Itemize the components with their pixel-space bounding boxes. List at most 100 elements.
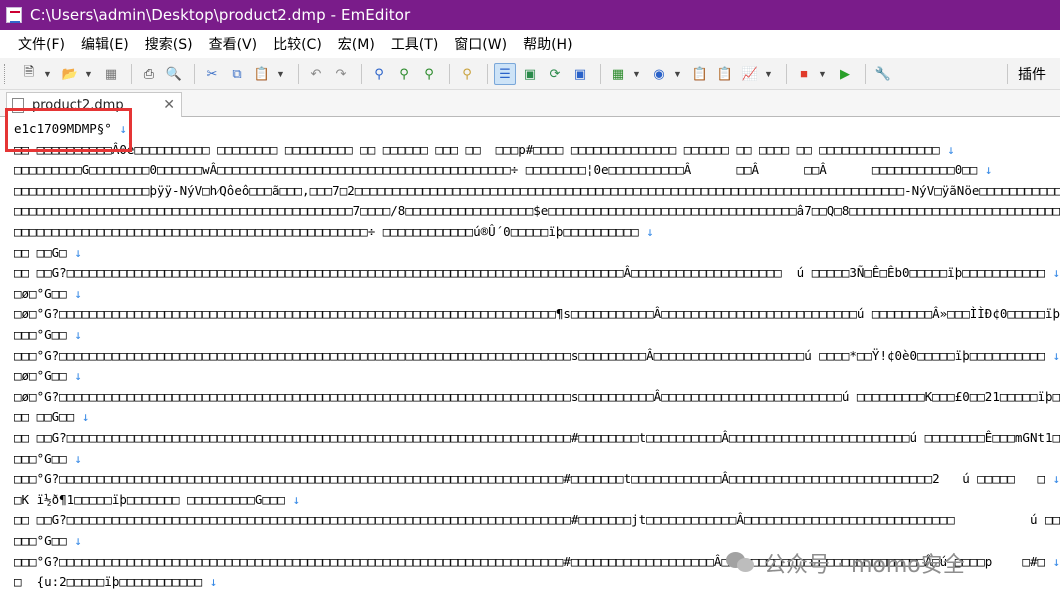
newline-mark-icon: ↓ <box>66 450 82 466</box>
find-next-icon[interactable]: ⚲ <box>393 63 415 85</box>
table-icon[interactable]: ▦ <box>607 63 629 85</box>
window-title: C:\Users\admin\Desktop\product2.dmp - Em… <box>30 6 411 24</box>
toolbar-divider <box>1007 64 1008 84</box>
toolbar-divider <box>194 63 195 84</box>
editor-line-text: □ø□°G□□ <box>14 368 67 384</box>
paste-icon[interactable]: 📋 <box>251 63 273 85</box>
document-icon <box>12 97 24 113</box>
editor-line-text: □K ï½ð¶1□□□□□ïþ□□□□□□□ □□□□□□□□□G□□□ <box>14 491 285 507</box>
editor-line-text: □ø□°G?□□□□□□□□□□□□□□□□□□□□□□□□□□□□□□□□□□… <box>14 306 1060 322</box>
editor-line[interactable]: □□ □□G?□□□□□□□□□□□□□□□□□□□□□□□□□□□□□□□□□… <box>14 510 1060 530</box>
menu-help[interactable]: 帮助(H) <box>523 34 572 54</box>
editor-line-text: □□ □□G?□□□□□□□□□□□□□□□□□□□□□□□□□□□□□□□□□… <box>14 430 1060 445</box>
newline-mark-icon: ↓ <box>66 368 82 384</box>
toolbar-divider <box>298 63 299 84</box>
globe-dropdown-icon[interactable]: ▼ <box>673 69 683 79</box>
menu-window[interactable]: 窗口(W) <box>454 34 507 54</box>
chart-icon[interactable]: 📈 <box>739 63 761 85</box>
menu-search[interactable]: 搜索(S) <box>145 34 193 54</box>
editor-line-text: □□□□□□□□□□□□□□□□□□þÿÿ-NýV□h⁄Qôeô□□□ã□□□,… <box>14 182 1060 198</box>
editor-line-text: e1c1709MDMP§° <box>14 121 112 136</box>
menu-view[interactable]: 查看(V) <box>209 34 258 54</box>
print-icon[interactable]: ⎙ <box>138 63 160 85</box>
toolbar-grip[interactable] <box>4 64 7 84</box>
editor-line-text: □□ □□□□□□□□□□Â0è□□□□□□□□□□ □□□□□□□□ □□□□… <box>14 141 940 157</box>
save-icon[interactable]: ▦ <box>100 63 122 85</box>
editor-line-text: □□□□□□□□□□□□□□□□□□□□□□□□□□□□□□□□□□□□□□□□… <box>14 203 1060 219</box>
toolbar-divider <box>865 63 866 84</box>
editor-line-text: □□□□□□□□□□□□□□□□□□□□□□□□□□□□□□□□□□□□□□□□… <box>14 224 639 239</box>
cut-icon[interactable]: ✂ <box>201 63 223 85</box>
editor-line-text: □□ □□G?□□□□□□□□□□□□□□□□□□□□□□□□□□□□□□□□□… <box>14 265 1046 281</box>
editor-line[interactable]: □ø□°G□□ ↓ <box>14 284 82 304</box>
close-tab-icon[interactable]: ✕ <box>163 96 175 113</box>
menu-file[interactable]: 文件(F) <box>18 34 65 54</box>
editor-line[interactable]: □□ □□G□ ↓ <box>14 243 82 263</box>
undo-icon[interactable]: ↶ <box>305 63 327 85</box>
editor-line[interactable]: □□□°G?□□□□□□□□□□□□□□□□□□□□□□□□□□□□□□□□□□… <box>14 346 1060 366</box>
editor-line[interactable]: □ø□°G□□ ↓ <box>14 366 82 386</box>
editor-line[interactable]: □□□°G?□□□□□□□□□□□□□□□□□□□□□□□□□□□□□□□□□□… <box>14 469 1060 489</box>
newline-mark-icon: ↓ <box>977 162 993 178</box>
editor-line[interactable]: □□ □□G?□□□□□□□□□□□□□□□□□□□□□□□□□□□□□□□□□… <box>14 428 1060 448</box>
toolbar-divider <box>361 63 362 84</box>
paste-dropdown-icon[interactable]: ▼ <box>276 69 286 79</box>
newline-mark-icon: ↓ <box>1045 471 1060 487</box>
view-mode-2-icon[interactable]: ▣ <box>519 63 541 85</box>
clip2-icon[interactable]: 📋 <box>714 63 736 85</box>
open-folder-icon[interactable]: 📂 <box>59 63 81 85</box>
play-macro-icon[interactable]: ▶ <box>834 63 856 85</box>
editor-line[interactable]: □ø□°G?□□□□□□□□□□□□□□□□□□□□□□□□□□□□□□□□□□… <box>14 387 1060 407</box>
menu-tools[interactable]: 工具(T) <box>391 34 438 54</box>
editor-line[interactable]: □□ □□□□□□□□□□Â0è□□□□□□□□□□ □□□□□□□□ □□□□… <box>14 140 955 160</box>
editor-line-text: □ {u:2□□□□□ïþ□□□□□□□□□□□ <box>14 574 203 590</box>
editor-line[interactable]: □□□°G□□ ↓ <box>14 325 82 345</box>
search-files-icon[interactable]: ⚲ <box>456 63 478 85</box>
new-file-dropdown-icon[interactable]: ▼ <box>43 69 53 79</box>
newline-mark-icon: ↓ <box>202 574 218 590</box>
editor-line[interactable]: □□□□□□□□□□□□□□□□□□þÿÿ-NýV□h⁄Qôeô□□□ã□□□,… <box>14 181 1060 201</box>
find-prev-icon[interactable]: ⚲ <box>418 63 440 85</box>
tab-product2-dmp[interactable]: product2.dmp ✕ <box>6 92 182 117</box>
editor-line[interactable]: □ø□°G?□□□□□□□□□□□□□□□□□□□□□□□□□□□□□□□□□□… <box>14 304 1060 324</box>
editor-line-text: □ø□°G□□ <box>14 285 67 301</box>
newline-mark-icon: ↓ <box>74 409 90 425</box>
print-preview-icon[interactable]: 🔍 <box>163 63 185 85</box>
stop-macro-dropdown-icon[interactable]: ▼ <box>818 69 828 79</box>
editor-line[interactable]: □□□□□□□□□□□□□□□□□□□□□□□□□□□□□□□□□□□□□□□□… <box>14 201 1060 221</box>
text-editor-area[interactable]: e1c1709MDMP§° ↓ □□ □□□□□□□□□□Â0è□□□□□□□□□… <box>0 117 1060 604</box>
toolbar-divider <box>786 63 787 84</box>
editor-line[interactable]: e1c1709MDMP§° ↓ <box>14 119 127 139</box>
editor-line[interactable]: □K ï½ð¶1□□□□□ïþ□□□□□□□ □□□□□□□□□G□□□ ↓ <box>14 490 300 510</box>
redo-icon[interactable]: ↷ <box>330 63 352 85</box>
editor-line[interactable]: □□□□□□□□□G□□□□□□□□0□□□□□□wÂ□□□□□□□□□□□□□… <box>14 160 992 180</box>
copy-icon[interactable]: ⧉ <box>226 63 248 85</box>
open-dropdown-icon[interactable]: ▼ <box>84 69 94 79</box>
toolbar-divider <box>449 63 450 84</box>
editor-line[interactable]: □□□□□□□□□□□□□□□□□□□□□□□□□□□□□□□□□□□□□□□□… <box>14 222 654 242</box>
emeditor-app-icon[interactable] <box>6 7 22 23</box>
stop-macro-icon[interactable]: ■ <box>793 63 815 85</box>
globe-icon[interactable]: ◉ <box>648 63 670 85</box>
plugins-toolbar-label[interactable]: 插件 <box>1018 64 1046 84</box>
view-mode-icon[interactable]: ☰ <box>494 62 516 85</box>
menu-compare[interactable]: 比较(C) <box>273 34 322 54</box>
clip-icon[interactable]: 📋 <box>689 63 711 85</box>
editor-line[interactable]: □□ □□G□□ ↓ <box>14 407 89 427</box>
wechat-icon <box>726 552 756 574</box>
view-mode-3-icon[interactable]: ▣ <box>569 63 591 85</box>
table-dropdown-icon[interactable]: ▼ <box>632 69 642 79</box>
refresh-icon[interactable]: ⟳ <box>544 63 566 85</box>
editor-line[interactable]: □□□°G□□ ↓ <box>14 531 82 551</box>
chart-dropdown-icon[interactable]: ▼ <box>764 69 774 79</box>
editor-line-text: □□ □□G□□ <box>14 409 75 425</box>
menu-edit[interactable]: 编辑(E) <box>81 34 129 54</box>
menu-bar: 文件(F) 编辑(E) 搜索(S) 查看(V) 比较(C) 宏(M) 工具(T)… <box>0 30 1060 58</box>
menu-macro[interactable]: 宏(M) <box>338 34 375 54</box>
find-icon[interactable]: ⚲ <box>368 63 390 85</box>
editor-line[interactable]: □ {u:2□□□□□ïþ□□□□□□□□□□□ ↓ <box>14 572 217 592</box>
editor-line[interactable]: □□ □□G?□□□□□□□□□□□□□□□□□□□□□□□□□□□□□□□□□… <box>14 263 1060 283</box>
new-file-icon[interactable]: 🗎 <box>18 63 40 85</box>
tool-icon[interactable]: 🔧 <box>872 63 894 85</box>
editor-line[interactable]: □□□°G□□ ↓ <box>14 449 82 469</box>
